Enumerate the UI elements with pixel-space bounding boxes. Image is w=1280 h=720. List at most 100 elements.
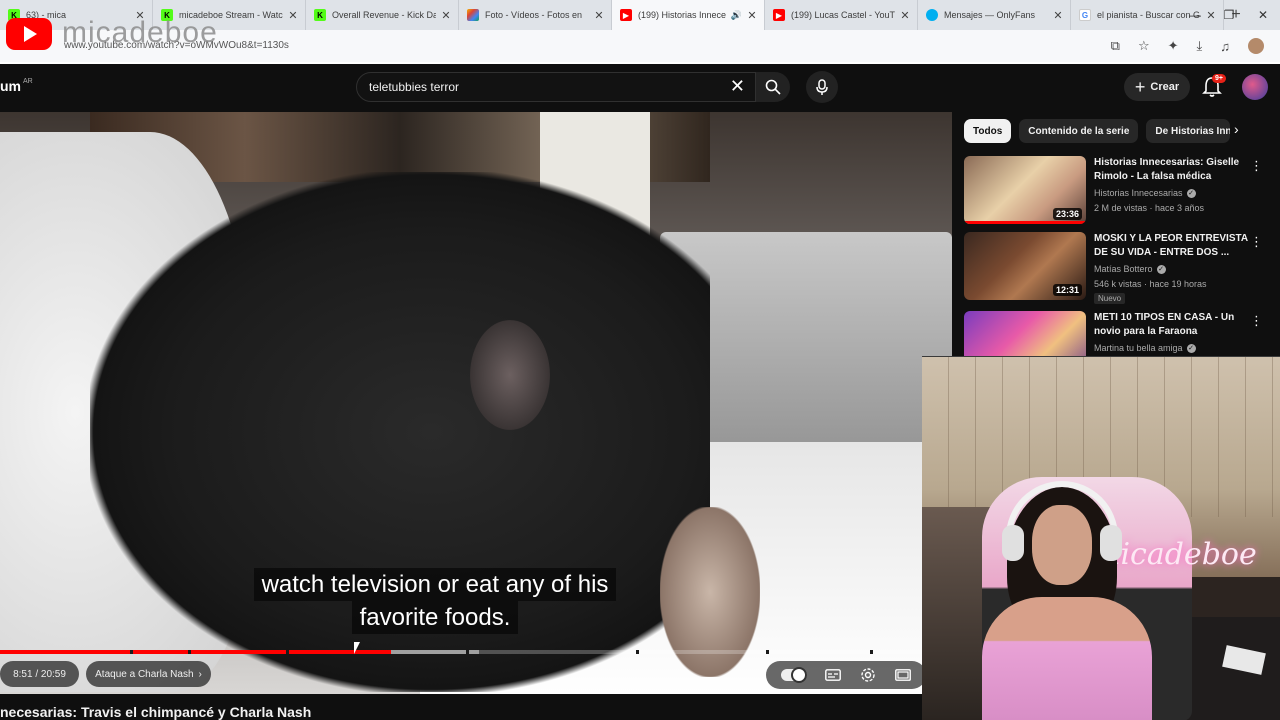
recommendation-meta: 546 k vistas · hace 19 horas bbox=[1094, 279, 1207, 289]
onlyfans-icon bbox=[926, 9, 938, 21]
recommendation-title[interactable]: METI 10 TIPOS EN CASA - Un novio para la… bbox=[1094, 311, 1250, 339]
close-tab-icon[interactable]: ✕ bbox=[593, 9, 605, 22]
channel-name: Martina tu bella amiga bbox=[1094, 343, 1183, 353]
restore-icon[interactable]: ❐ bbox=[1212, 8, 1246, 22]
close-tab-icon[interactable]: ✕ bbox=[899, 9, 911, 22]
recommendation-item[interactable]: 12:31 MOSKI Y LA PEOR ENTREVISTA DE SU V… bbox=[964, 232, 1264, 304]
progress-bar[interactable] bbox=[0, 650, 922, 654]
watched-progress bbox=[964, 221, 1086, 224]
browser-tab-active[interactable]: ▶ (199) Historias Innece 🔊 ✕ bbox=[612, 0, 765, 30]
create-button[interactable]: + Crear bbox=[1124, 73, 1190, 101]
chapter-marker bbox=[636, 650, 639, 654]
video-frame-ear bbox=[470, 320, 550, 430]
chapter-marker bbox=[766, 650, 769, 654]
region-code: AR bbox=[23, 78, 33, 85]
theater-mode-icon[interactable] bbox=[894, 666, 912, 684]
tab-title: Mensajes — OnlyFans bbox=[944, 10, 1036, 20]
close-tab-icon[interactable]: ✕ bbox=[287, 9, 299, 22]
youtube-header: um AR teletubbies terror ✕ + Crear 9+ bbox=[0, 62, 1280, 112]
youtube-brand[interactable]: um AR bbox=[0, 78, 33, 94]
chapter-marker bbox=[870, 650, 873, 654]
browser-toolbar-icons: ⧉ ☆ ✦ ⤓ ♫ bbox=[1111, 30, 1264, 62]
close-tab-icon[interactable]: ✕ bbox=[746, 9, 758, 22]
media-control-icon[interactable]: ♫ bbox=[1220, 39, 1230, 54]
tab-title: (199) Lucas Castel - YouTu bbox=[791, 10, 895, 20]
recommendation-title[interactable]: MOSKI Y LA PEOR ENTREVISTA DE SU VIDA - … bbox=[1094, 232, 1250, 260]
voice-search-button[interactable] bbox=[806, 71, 838, 103]
close-tab-icon[interactable]: ✕ bbox=[440, 9, 452, 22]
browser-tab[interactable]: K Overall Revenue - Kick Da ✕ bbox=[306, 0, 459, 30]
chapter-marker bbox=[130, 650, 133, 654]
headset-earcup bbox=[1002, 525, 1024, 561]
extensions-icon[interactable]: ✦ bbox=[1168, 38, 1179, 54]
close-window-icon[interactable]: ✕ bbox=[1246, 8, 1280, 22]
headset-earcup bbox=[1100, 525, 1122, 561]
speaker-icon[interactable]: 🔊 bbox=[731, 10, 742, 21]
brand-text: um bbox=[0, 78, 21, 94]
recommendation-channel[interactable]: Historias Innecesarias ✓ bbox=[1094, 188, 1196, 198]
chapter-marker bbox=[188, 650, 191, 654]
recommendation-channel[interactable]: Matías Bottero ✓ bbox=[1094, 264, 1166, 274]
chapter-marker bbox=[286, 650, 289, 654]
video-thumbnail[interactable]: 23:36 bbox=[964, 156, 1086, 224]
chip-from-channel[interactable]: De Historias Inn bbox=[1146, 119, 1231, 143]
channel-name: Historias Innecesarias bbox=[1094, 188, 1183, 198]
duration-badge: 23:36 bbox=[1052, 208, 1082, 220]
player-right-controls bbox=[766, 661, 926, 689]
verified-check-icon: ✓ bbox=[1186, 188, 1196, 198]
recommendation-title[interactable]: Historias Innecesarias: Giselle Rimolo -… bbox=[1094, 156, 1250, 184]
clear-search-icon[interactable]: ✕ bbox=[730, 76, 745, 97]
more-options-icon[interactable]: ⋮ bbox=[1250, 313, 1263, 329]
chevron-right-icon[interactable]: › bbox=[1234, 121, 1239, 137]
download-icon[interactable]: ⤓ bbox=[1197, 38, 1203, 54]
mouse-cursor bbox=[354, 642, 360, 654]
stream-watermark: micadeboe bbox=[62, 16, 218, 49]
search-input[interactable]: teletubbies terror ✕ bbox=[356, 72, 756, 102]
youtube-icon: ▶ bbox=[620, 9, 632, 21]
chevron-right-icon: › bbox=[198, 668, 202, 680]
webcam-person-body bbox=[982, 597, 1152, 720]
subtitles: watch television or eat any of his favor… bbox=[0, 568, 870, 634]
browser-tab[interactable]: Mensajes — OnlyFans ✕ bbox=[918, 0, 1071, 30]
tab-title: Foto - Vídeos - Fotos en bbox=[485, 10, 583, 20]
chip-all[interactable]: Todos bbox=[964, 119, 1012, 143]
window-controls: — ❐ ✕ bbox=[1178, 0, 1280, 30]
kick-icon: K bbox=[314, 9, 326, 21]
chapter-marker bbox=[466, 650, 469, 654]
streamer-webcam: micadeboe bbox=[922, 356, 1280, 720]
filter-chips: Todos Contenido de la serie De Historias… bbox=[964, 118, 1231, 144]
more-options-icon[interactable]: ⋮ bbox=[1250, 234, 1263, 250]
time-display: 8:51 / 20:59 bbox=[0, 661, 79, 687]
chapter-label: Ataque a Charla Nash bbox=[95, 668, 194, 680]
profile-avatar[interactable] bbox=[1248, 38, 1264, 54]
microphone-icon bbox=[816, 79, 828, 95]
bookmark-star-icon[interactable]: ☆ bbox=[1138, 38, 1150, 54]
recommendation-channel[interactable]: Martina tu bella amiga ✓ bbox=[1094, 343, 1196, 353]
video-title: necesarias: Travis el chimpancé y Charla… bbox=[0, 704, 312, 720]
recommendation-meta: 2 M de vistas · hace 3 años bbox=[1094, 203, 1205, 213]
close-tab-icon[interactable]: ✕ bbox=[1052, 9, 1064, 22]
tab-title: (199) Historias Innece bbox=[638, 10, 727, 20]
browser-tab[interactable]: Foto - Vídeos - Fotos en ✕ bbox=[459, 0, 612, 30]
verified-check-icon: ✓ bbox=[1186, 343, 1196, 353]
create-label: Crear bbox=[1150, 81, 1180, 93]
autoplay-toggle[interactable] bbox=[780, 667, 807, 683]
more-options-icon[interactable]: ⋮ bbox=[1250, 158, 1263, 174]
youtube-logo-overlay-icon bbox=[6, 18, 52, 50]
subtitles-icon[interactable] bbox=[824, 666, 842, 684]
settings-gear-icon[interactable] bbox=[859, 666, 877, 684]
install-app-icon[interactable]: ⧉ bbox=[1111, 38, 1120, 54]
recommendation-item[interactable]: 23:36 Historias Innecesarias: Giselle Ri… bbox=[964, 156, 1264, 228]
new-badge: Nuevo bbox=[1094, 293, 1126, 304]
screen: K 63) - mica ✕ K micadeboe Stream - Watc… bbox=[0, 0, 1280, 720]
chapter-button[interactable]: Ataque a Charla Nash › bbox=[86, 661, 211, 687]
browser-tab[interactable]: ▶ (199) Lucas Castel - YouTu ✕ bbox=[765, 0, 918, 30]
chip-series-content[interactable]: Contenido de la serie bbox=[1019, 119, 1139, 143]
video-thumbnail[interactable]: 12:31 bbox=[964, 232, 1086, 300]
photos-icon bbox=[467, 9, 479, 21]
minimize-icon[interactable]: — bbox=[1178, 8, 1212, 22]
youtube-icon: ▶ bbox=[773, 9, 785, 21]
search-button[interactable] bbox=[756, 72, 790, 102]
notification-count-badge: 9+ bbox=[1212, 74, 1226, 83]
account-avatar[interactable] bbox=[1242, 74, 1268, 100]
